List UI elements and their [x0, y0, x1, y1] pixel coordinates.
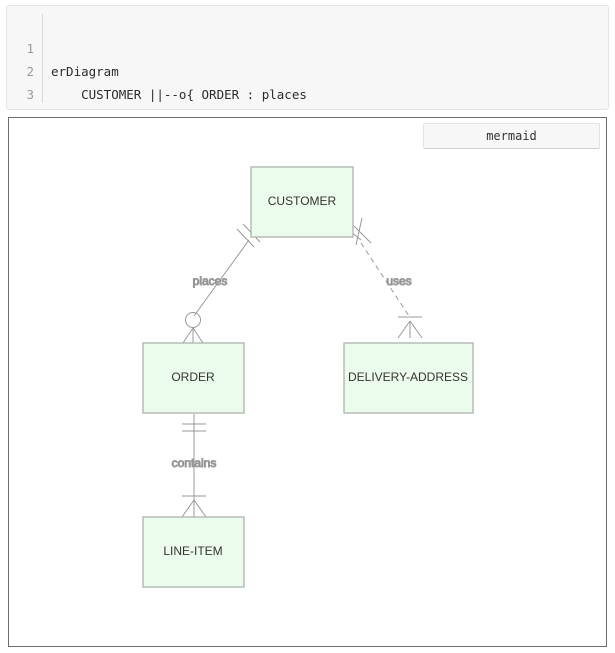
line-number: 4	[7, 106, 34, 109]
mermaid-code-editor[interactable]: 1 erDiagram 2 CUSTOMER ||--o{ ORDER : pl…	[6, 5, 609, 110]
code-text[interactable]: ORDER ||--|{ LINE-ITEM : contains	[51, 106, 329, 109]
entity-customer-label: CUSTOMER	[268, 194, 337, 208]
entity-delivery-address-label: DELIVERY-ADDRESS	[348, 370, 468, 384]
er-entities: CUSTOMER ORDER DELIVERY-ADDRESS LINE-ITE…	[142, 166, 474, 588]
code-line[interactable]: 4 CUSTOMER }|..|{ DELIVERY-ADDRESS : use…	[7, 83, 608, 106]
entity-line-item-label: LINE-ITEM	[163, 544, 222, 558]
marker-zero-or-more-order-places	[180, 312, 206, 347]
diagram-preview-panel: mermaid places contains uses CUSTOMER OR…	[8, 117, 607, 647]
entity-line-item[interactable]: LINE-ITEM	[142, 516, 245, 588]
code-line[interactable]: 2 CUSTOMER ||--o{ ORDER : places	[7, 37, 608, 102]
code-line[interactable]: 1 erDiagram	[7, 14, 608, 79]
edge-places: places	[180, 223, 261, 347]
edge-label-contains: contains	[172, 456, 217, 470]
edge-label-places: places	[193, 274, 228, 288]
marker-one-or-more-address-uses	[397, 316, 423, 339]
entity-customer[interactable]: CUSTOMER	[250, 166, 354, 238]
code-line[interactable]: 3 ORDER ||--|{ LINE-ITEM : contains	[7, 60, 608, 102]
edge-label-uses: uses	[386, 274, 411, 288]
entity-delivery-address[interactable]: DELIVERY-ADDRESS	[343, 342, 474, 414]
edge-contains: contains	[171, 414, 217, 518]
entity-order-label: ORDER	[171, 370, 215, 384]
er-diagram: places contains uses CUSTOMER ORDER DELI…	[142, 166, 474, 588]
entity-order[interactable]: ORDER	[142, 342, 245, 414]
